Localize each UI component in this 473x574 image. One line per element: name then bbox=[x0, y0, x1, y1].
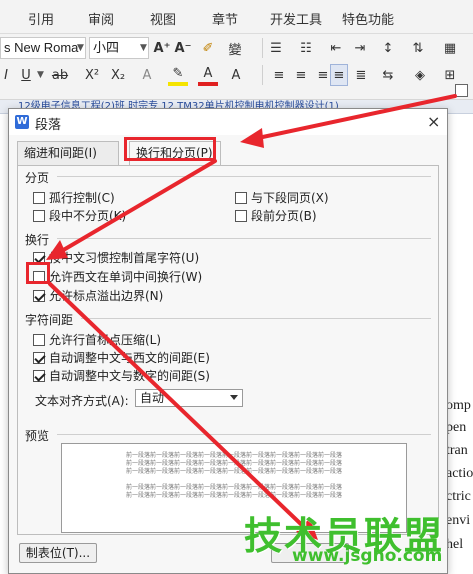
arrow-to-ok bbox=[48, 282, 307, 530]
arrow-to-checkbox bbox=[58, 159, 217, 254]
watermark-url: www.jsgho.com bbox=[292, 546, 443, 566]
arrow-to-tab bbox=[256, 94, 457, 140]
annotation-arrows bbox=[46, 94, 457, 540]
arrowhead bbox=[240, 128, 264, 148]
